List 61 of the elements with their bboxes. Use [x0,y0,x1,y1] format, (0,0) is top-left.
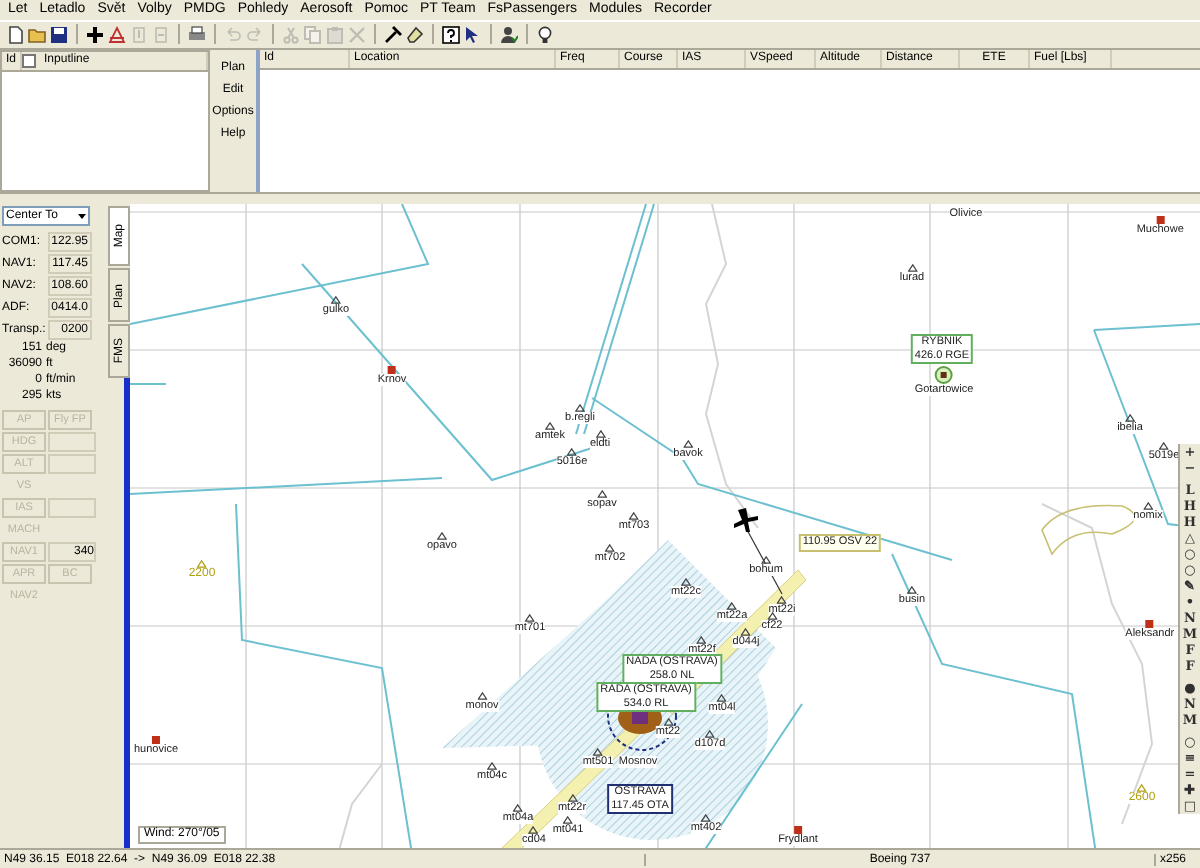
triangle-icon [701,814,711,823]
triangle-icon [741,628,751,637]
lake-outline [1041,504,1136,555]
triangle-icon [593,748,603,757]
triangle-icon [727,602,737,611]
triangle-icon [525,614,535,623]
lightbulb-icon[interactable] [536,25,554,44]
map-canvas[interactable] [130,204,1200,849]
triangle-icon [529,826,539,835]
town-icon [794,826,802,835]
triangle-icon [437,532,447,541]
triangle-icon [681,578,691,587]
save-icon[interactable] [50,25,68,44]
airspace-boundary-line [130,383,167,386]
town-icon [1156,216,1165,225]
triangle-icon [545,422,555,431]
help-icon[interactable] [442,25,460,44]
triangle-icon [697,636,707,645]
triangle-icon [567,794,577,803]
autopilot-field[interactable] [48,454,96,475]
triangle-icon [1125,414,1135,423]
checkbox[interactable] [22,53,37,68]
new-document-icon[interactable] [6,25,24,44]
triangle-icon [761,556,771,565]
triangle-icon [567,448,577,457]
eraser-icon[interactable] [406,25,424,44]
triangle-icon[interactable] [108,25,126,44]
airport-icon [935,366,953,385]
town-icon [152,736,160,745]
triangle-icon [597,490,607,499]
autopilot-field[interactable] [48,432,96,453]
triangle-icon [907,586,917,595]
triangle-icon [197,560,207,569]
printer-icon[interactable] [188,25,206,44]
triangle-icon [563,816,573,825]
triangle-icon [1137,784,1147,793]
triangle-icon [683,440,693,449]
town-icon [1145,620,1154,629]
triangle-icon [1159,442,1169,451]
user-icon[interactable] [500,25,518,44]
triangle-icon [663,718,673,727]
triangle-icon [1143,502,1153,511]
triangle-icon [907,264,917,273]
triangle-icon [629,512,639,521]
pointer-icon[interactable] [464,25,482,44]
triangle-icon [705,730,715,739]
triangle-icon [513,804,523,813]
hammer-icon[interactable] [384,25,402,44]
triangle-icon [595,430,605,439]
plus-icon[interactable] [86,25,104,44]
triangle-icon [605,544,615,553]
plane-icon [734,508,758,533]
triangle-icon [477,692,487,701]
triangle-icon [487,762,497,771]
autopilot-field[interactable] [48,498,96,519]
town-icon [388,366,396,375]
river-line [337,763,383,849]
folder-icon[interactable] [28,25,46,44]
triangle-icon [717,694,727,703]
triangle-icon [331,296,341,305]
triangle-icon [575,404,585,413]
